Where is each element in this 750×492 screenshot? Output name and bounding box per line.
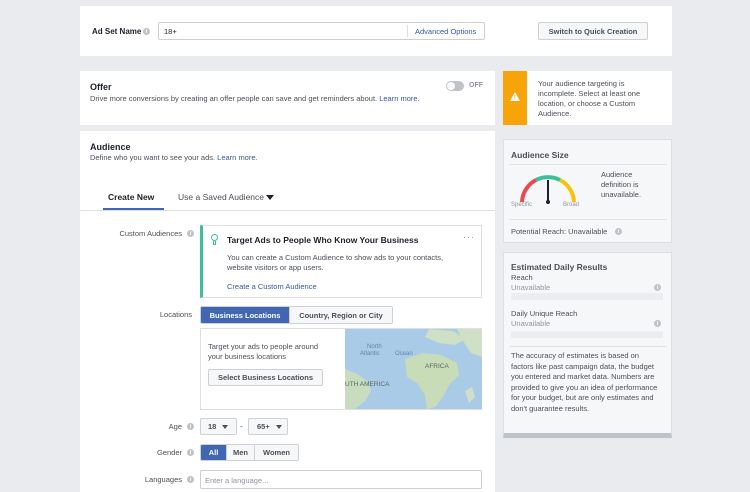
gauge-specific-label: Specific [511, 202, 533, 208]
info-icon[interactable]: i [615, 228, 622, 235]
select-business-locations-button[interactable]: Select Business Locations [208, 369, 323, 386]
info-icon[interactable]: i [654, 284, 661, 291]
info-icon[interactable]: i [187, 476, 194, 483]
targeting-warning: ! Your audience targeting is incomplete.… [503, 71, 672, 125]
warning-text: Your audience targeting is incomplete. S… [538, 79, 641, 118]
info-icon[interactable]: i [654, 320, 661, 327]
languages-label: Languages [144, 475, 182, 484]
tab-create-new[interactable]: Create New [108, 192, 154, 202]
offer-title: Offer [90, 82, 112, 92]
reach-value: Unavailable [511, 283, 551, 292]
estimates-note: The accuracy of estimates is based on fa… [511, 351, 658, 413]
audience-size-title: Audience Size [511, 150, 569, 160]
country-region-city-option[interactable]: Country, Region or City [289, 307, 392, 323]
world-map-image [345, 329, 482, 409]
offer-toggle[interactable] [446, 81, 464, 91]
adset-name-label: Ad Set Name [92, 27, 142, 36]
offer-toggle-label: OFF [469, 82, 483, 89]
reach-label: Reach [511, 273, 533, 282]
advanced-options-link[interactable]: Advanced Options [415, 27, 476, 36]
lightbulb-icon [211, 234, 218, 241]
offer-description: Drive more conversions by creating an of… [90, 94, 420, 103]
daily-results-panel: Estimated Daily Results Reach Unavailabl… [503, 252, 672, 438]
create-custom-audience-link[interactable]: Create a Custom Audience [227, 282, 317, 291]
info-icon[interactable]: i [187, 449, 194, 456]
audience-title: Audience [90, 142, 131, 152]
custom-audiences-label: Custom Audiences [119, 229, 182, 238]
tab-saved-audience[interactable]: Use a Saved Audience [178, 192, 275, 202]
map-label-north: North [367, 344, 382, 350]
switch-quick-creation-button[interactable]: Switch to Quick Creation [538, 22, 648, 40]
locations-label: Locations [159, 310, 192, 319]
caret-down-icon [275, 424, 282, 429]
map-label-south-america: UTH AMERICA [345, 381, 390, 388]
age-separator: - [240, 422, 243, 431]
info-icon[interactable]: i [143, 28, 150, 35]
age-max-select[interactable]: 65+ [248, 418, 288, 435]
map-label-ocean: Ocean [395, 351, 413, 357]
custom-audience-card-title: Target Ads to People Who Know Your Busin… [227, 235, 419, 245]
gender-women-option[interactable]: Women [254, 445, 298, 460]
gender-toggle: All Men Women [200, 444, 299, 461]
audience-size-panel: Audience Size Specific Broad Audience de… [503, 139, 672, 243]
gender-all-option[interactable]: All [201, 445, 226, 460]
reach-bar [511, 293, 663, 300]
daily-unique-reach-value: Unavailable [511, 319, 551, 328]
location-panel: Target your ads to people around your bu… [200, 328, 482, 410]
audience-description: Define who you want to see your ads. Lea… [90, 153, 258, 162]
gender-men-option[interactable]: Men [226, 445, 254, 460]
age-min-select[interactable]: 18 [200, 418, 237, 435]
language-input-placeholder: Enter a language... [205, 476, 269, 485]
map-label-atlantic: Atlantic [360, 351, 380, 357]
info-icon[interactable]: i [187, 230, 194, 237]
world-map[interactable]: North Atlantic Ocean AFRICA UTH AMERICA [345, 329, 482, 409]
gender-label: Gender [156, 448, 182, 457]
adset-name-value: 18+ [164, 27, 177, 36]
adset-name-input[interactable]: 18+ Advanced Options [158, 22, 485, 40]
unique-reach-bar [511, 331, 663, 338]
custom-audience-card: Target Ads to People Who Know Your Busin… [200, 225, 482, 298]
custom-audience-card-body: You can create a Custom Audience to show… [227, 253, 444, 272]
audience-gauge-icon [520, 175, 576, 204]
age-label: Age [168, 422, 182, 431]
potential-reach: Potential Reach: Unavailable [511, 227, 608, 236]
audience-size-status: Audience definition is unavailable. [601, 170, 642, 199]
offer-learn-more-link[interactable]: Learn more. [379, 94, 419, 103]
daily-unique-reach-label: Daily Unique Reach [511, 309, 578, 318]
caret-down-icon [222, 424, 229, 429]
ellipsis-icon[interactable]: ··· [463, 232, 475, 242]
caret-down-icon [266, 195, 275, 201]
map-label-africa: AFRICA [425, 363, 449, 370]
location-prompt: Target your ads to people around your bu… [208, 342, 319, 361]
business-locations-option[interactable]: Business Locations [201, 307, 289, 323]
audience-card: Audience Define who you want to see your… [80, 131, 495, 492]
info-icon[interactable]: i [187, 423, 194, 430]
gauge-broad-label: Broad [563, 202, 580, 208]
adset-name-card: Ad Set Name i 18+ Advanced Options Switc… [80, 6, 672, 56]
daily-results-title: Estimated Daily Results [511, 262, 608, 272]
language-input[interactable]: Enter a language... [200, 470, 482, 489]
audience-learn-more-link[interactable]: Learn more. [217, 153, 257, 162]
location-type-toggle: Business Locations Country, Region or Ci… [200, 306, 393, 324]
offer-card: Offer Drive more conversions by creating… [80, 71, 495, 125]
